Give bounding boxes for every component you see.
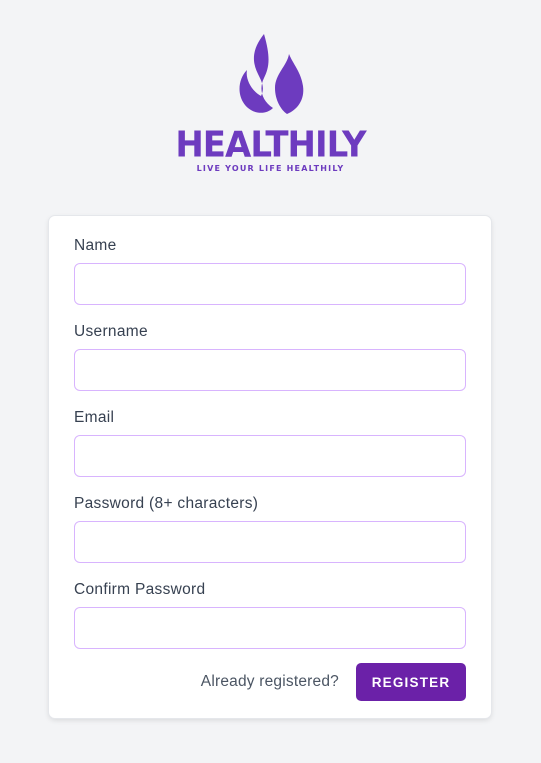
brand-wordmark: HEALTHILY	[175, 124, 366, 166]
confirm-password-input[interactable]	[74, 607, 466, 649]
confirm-password-field-group: Confirm Password	[74, 580, 466, 649]
username-input[interactable]	[74, 349, 466, 391]
username-field-group: Username	[74, 322, 466, 391]
register-form-card: Name Username Email Password (8+ charact…	[49, 216, 491, 718]
name-field-group: Name	[74, 236, 466, 305]
name-label: Name	[74, 237, 117, 254]
already-registered-link[interactable]: Already registered?	[201, 673, 339, 691]
flame-icon	[239, 34, 303, 114]
confirm-password-label: Confirm Password	[74, 581, 206, 598]
password-field-group: Password (8+ characters)	[74, 494, 466, 563]
email-input[interactable]	[74, 435, 466, 477]
register-page: HEALTHILY LIVE YOUR LIFE HEALTHILY Name …	[0, 0, 541, 763]
form-actions: Already registered? REGISTER	[74, 663, 466, 701]
password-input[interactable]	[74, 521, 466, 563]
register-button[interactable]: REGISTER	[356, 663, 466, 701]
email-field-group: Email	[74, 408, 466, 477]
username-label: Username	[74, 323, 148, 340]
password-label: Password (8+ characters)	[74, 495, 259, 512]
brand-logo: HEALTHILY LIVE YOUR LIFE HEALTHILY	[0, 30, 541, 190]
name-input[interactable]	[74, 263, 466, 305]
email-label: Email	[74, 409, 115, 426]
